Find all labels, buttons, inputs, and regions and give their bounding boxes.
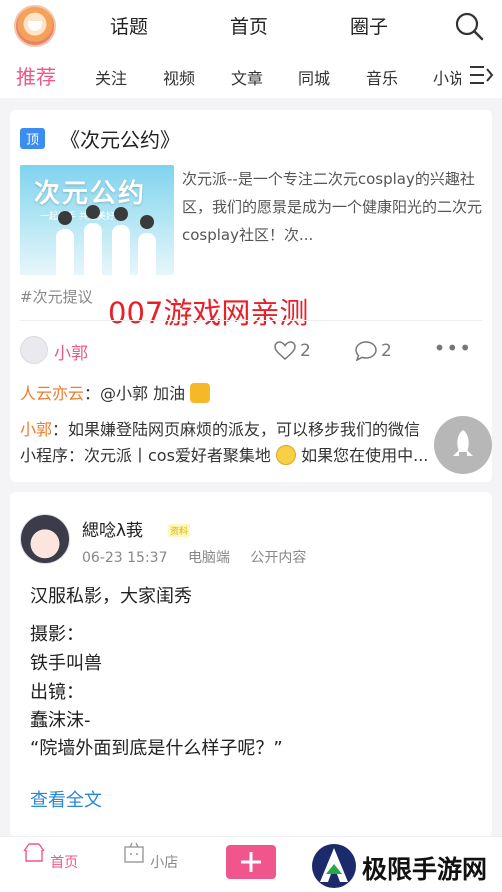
- post-body-line: 出镜：: [30, 682, 84, 703]
- logo-text: 极限手游网: [362, 855, 488, 884]
- user-avatar[interactable]: [14, 5, 56, 47]
- rocket-icon: [453, 430, 473, 456]
- comment-item[interactable]: 小郭：如果嫌登陆网页麻烦的派友，可以移步我们的微信: [20, 417, 482, 443]
- comment-button[interactable]: 2: [355, 341, 392, 361]
- post-tag[interactable]: #次元提议: [20, 286, 93, 307]
- channel-article[interactable]: 文章: [231, 65, 263, 89]
- channel-video[interactable]: 视频: [163, 65, 195, 89]
- top-bar: 话题 首页 圈子: [0, 0, 502, 52]
- shop-icon: [124, 842, 144, 863]
- channel-music[interactable]: 音乐: [366, 65, 398, 89]
- author-avatar[interactable]: [20, 336, 48, 364]
- commenter-name[interactable]: 人云亦云: [20, 384, 84, 403]
- nav-shop[interactable]: 小店: [120, 841, 180, 872]
- channel-tabs: 推荐 关注 视频 文章 同城 音乐 小说: [0, 52, 502, 98]
- comment-text: 小程序：次元派丨cos爱好者聚集地: [20, 446, 271, 465]
- post-excerpt[interactable]: 次元派--是一个专注二次元cosplay的兴趣社区，我们的愿景是成为一个健康阳光…: [182, 165, 484, 249]
- site-watermark: 007游戏网亲测: [108, 296, 309, 330]
- post-date: 06-23 15:37: [82, 550, 168, 566]
- more-options-icon[interactable]: •••: [434, 336, 472, 360]
- nav-home[interactable]: 首页: [20, 841, 80, 872]
- comment-icon: [355, 341, 377, 361]
- like-button[interactable]: 2: [274, 341, 311, 361]
- tab-home[interactable]: 首页: [230, 12, 268, 39]
- heart-icon: [274, 341, 296, 360]
- post-body-line: 汉服私影，大家闺秀: [30, 586, 192, 607]
- post-body-line: “院墙外面到底是什么样子呢？”: [30, 738, 283, 759]
- search-icon[interactable]: [454, 11, 484, 41]
- floating-action-button[interactable]: [434, 416, 492, 474]
- post-card[interactable]: 緦唸λ莪 资料 06-23 15:37 电脑端 公开内容 汉服私影，大家闺秀 摄…: [10, 492, 492, 837]
- post-body-line: 铁手叫兽: [30, 653, 102, 674]
- post-meta: 06-23 15:37 电脑端 公开内容: [82, 547, 322, 567]
- author-name[interactable]: 小郭: [54, 339, 88, 364]
- comment-text: ：@小郭 加油: [84, 384, 186, 403]
- comment-count: 2: [381, 341, 392, 361]
- channel-local[interactable]: 同城: [298, 65, 330, 89]
- comment-text: ：如果嫌登陆网页麻烦的派友，可以移步我们的微信: [52, 420, 421, 439]
- thumbnail-subtitle: 一起携手 共建美好: [40, 212, 115, 222]
- comment-item[interactable]: 人云亦云：@小郭 加油: [20, 381, 482, 407]
- site-logo-watermark: 极限手游网: [310, 840, 502, 892]
- channel-novel[interactable]: 小说: [433, 65, 461, 89]
- pinned-badge: 顶: [20, 128, 46, 149]
- channel-menu-icon[interactable]: [468, 62, 494, 88]
- create-post-button[interactable]: [226, 845, 276, 879]
- home-icon: [23, 843, 45, 862]
- comment-item[interactable]: 小程序：次元派丨cos爱好者聚集地 如果您在使用中...: [20, 443, 482, 469]
- like-count: 2: [300, 341, 311, 361]
- post-visibility: 公开内容: [250, 550, 307, 566]
- post-body-line: 蠢沫沫-: [30, 710, 91, 731]
- logo-icon: [312, 844, 356, 888]
- tab-circles[interactable]: 圈子: [350, 12, 388, 39]
- read-more-link[interactable]: 查看全文: [30, 786, 102, 812]
- post-title[interactable]: 《次元公约》: [60, 124, 180, 153]
- tab-topics[interactable]: 话题: [110, 12, 148, 39]
- pinned-post-card[interactable]: 顶 《次元公约》 次元公约 一起携手 共建美好 次元派--是一个专注二次元cos…: [10, 110, 492, 482]
- divider: [20, 320, 482, 321]
- user-badge: 资料: [168, 524, 191, 537]
- nav-shop-label: 小店: [150, 855, 179, 871]
- nav-home-label: 首页: [50, 855, 79, 871]
- comment-text: 如果您在使用中...: [296, 446, 429, 465]
- post-device: 电脑端: [187, 550, 230, 566]
- channel-recommend[interactable]: 推荐: [16, 61, 56, 90]
- post-body-line: 摄影：: [30, 624, 84, 645]
- smile-emoji-icon: [276, 445, 297, 465]
- username[interactable]: 緦唸λ莪: [82, 516, 143, 541]
- commenter-name[interactable]: 小郭: [20, 420, 52, 439]
- user-avatar[interactable]: [20, 514, 70, 564]
- channel-follow[interactable]: 关注: [95, 65, 127, 89]
- post-thumbnail[interactable]: 次元公约 一起携手 共建美好: [20, 165, 174, 275]
- flex-emoji-icon: [190, 383, 211, 403]
